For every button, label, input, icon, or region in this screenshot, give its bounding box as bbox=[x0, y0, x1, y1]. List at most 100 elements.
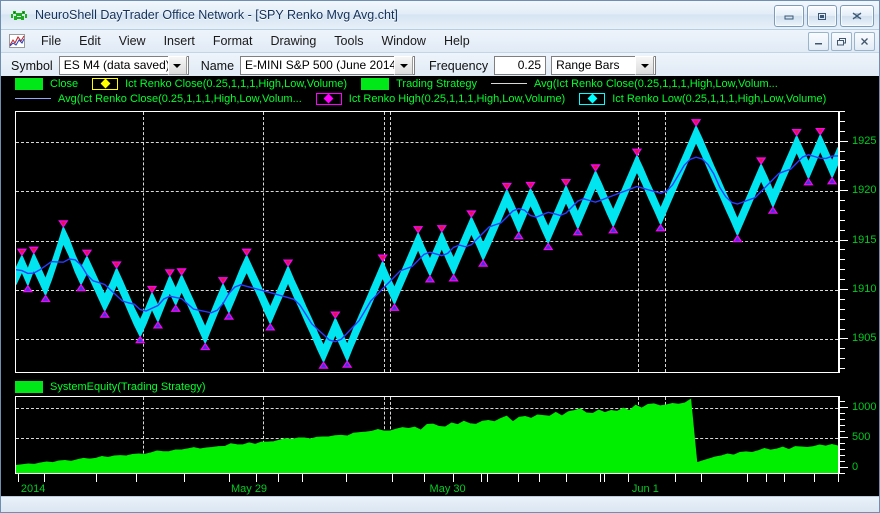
status-bar bbox=[1, 496, 879, 512]
legend-label: Ict Renko Low(0.25,1,1,1,High,Low,Volume… bbox=[612, 92, 827, 105]
mdi-window-controls bbox=[808, 32, 875, 51]
x-axis-tick bbox=[96, 474, 98, 482]
mdi-minimize-button[interactable] bbox=[808, 32, 829, 51]
menu-item-window[interactable]: Window bbox=[372, 32, 434, 50]
menu-item-tools[interactable]: Tools bbox=[325, 32, 372, 50]
symbol-value: ES M4 (data saved) bbox=[63, 58, 168, 72]
name-combobox[interactable]: E-MINI S&P 500 (June 2014) (data saved) bbox=[240, 56, 416, 75]
legend-swatch-box-icon bbox=[15, 380, 43, 393]
menu-item-drawing[interactable]: Drawing bbox=[261, 32, 325, 50]
price-series-canvas bbox=[16, 119, 838, 369]
maximize-button[interactable] bbox=[807, 5, 837, 27]
equity-axis-tick-label: 1000 bbox=[852, 400, 877, 413]
price-axis-tick-label: 1915 bbox=[852, 233, 877, 246]
x-axis-tick bbox=[301, 474, 303, 482]
application-window: NeuroShell DayTrader Office Network - [S… bbox=[0, 0, 880, 513]
legend-label: Ict Renko High(0.25,1,1,1,High,Low,Volum… bbox=[348, 92, 566, 105]
legend-label: Close bbox=[50, 77, 79, 90]
x-axis-tick bbox=[784, 474, 786, 482]
x-axis-tick bbox=[747, 474, 749, 482]
menu-bar: File Edit View Insert Format Drawing Too… bbox=[1, 30, 879, 53]
x-axis-tick bbox=[604, 474, 606, 482]
system-equity-area bbox=[16, 398, 838, 473]
legend-item-system-equity[interactable]: SystemEquity(Trading Strategy) bbox=[15, 380, 206, 393]
price-plot[interactable] bbox=[15, 111, 839, 373]
frequency-unit-combobox[interactable]: Range Bars bbox=[551, 56, 657, 75]
frequency-label: Frequency bbox=[429, 58, 489, 73]
price-y-axis: 1905 1910 1915 1920 1925 bbox=[839, 111, 879, 373]
legend-label: Ict Renko Close(0.25,1,1,1,High,Low,Volu… bbox=[125, 77, 348, 90]
neuroshell-icon bbox=[10, 7, 28, 23]
x-axis-tick bbox=[229, 474, 231, 482]
x-axis-tick-label: 2014 bbox=[20, 483, 46, 495]
symbol-label: Symbol bbox=[11, 58, 53, 73]
x-axis-tick bbox=[539, 474, 541, 482]
window-title: NeuroShell DayTrader Office Network - [S… bbox=[35, 8, 398, 22]
legend-line-icon bbox=[15, 98, 51, 99]
chevron-down-icon[interactable] bbox=[635, 56, 655, 75]
legend-item-avg-renko-close-white[interactable]: Avg(Ict Renko Close(0.25,1,1,1,High,Low,… bbox=[491, 78, 778, 90]
mdi-close-button[interactable] bbox=[854, 32, 875, 51]
x-axis-tick-label: May 30 bbox=[429, 483, 466, 495]
x-axis-tick bbox=[766, 474, 768, 482]
frequency-unit-value: Range Bars bbox=[556, 58, 620, 72]
price-axis-tick-label: 1925 bbox=[852, 134, 877, 147]
equity-axis-tick-label: 0 bbox=[852, 460, 859, 473]
legend-label: SystemEquity(Trading Strategy) bbox=[50, 380, 206, 393]
chevron-down-icon[interactable] bbox=[167, 56, 187, 75]
legend-diamond-icon bbox=[579, 92, 606, 105]
price-axis-tick-label: 1910 bbox=[852, 282, 877, 295]
x-axis-tick bbox=[392, 474, 394, 482]
legend-diamond-icon bbox=[92, 77, 119, 90]
x-axis-tick bbox=[838, 474, 840, 482]
menu-item-view[interactable]: View bbox=[110, 32, 155, 50]
x-axis-tick bbox=[18, 474, 20, 482]
menu-item-insert[interactable]: Insert bbox=[155, 32, 204, 50]
chart-legend-row-2: Avg(Ict Renko Close(0.25,1,1,1,High,Low,… bbox=[1, 91, 879, 106]
x-axis-tick bbox=[452, 474, 454, 482]
equity-y-axis: 0 500 1000 bbox=[839, 396, 879, 474]
menu-item-format[interactable]: Format bbox=[204, 32, 262, 50]
mdi-restore-button[interactable] bbox=[831, 32, 852, 51]
x-axis-tick-label: May 29 bbox=[230, 483, 268, 495]
legend-diamond-icon bbox=[315, 92, 342, 105]
x-axis-tick bbox=[135, 474, 137, 482]
minimize-button[interactable] bbox=[774, 5, 804, 27]
x-axis-tick bbox=[627, 474, 629, 482]
legend-item-close[interactable]: Close bbox=[15, 77, 79, 90]
x-axis-tick bbox=[345, 474, 347, 482]
symbol-combobox[interactable]: ES M4 (data saved) bbox=[58, 56, 189, 75]
equity-legend: SystemEquity(Trading Strategy) bbox=[15, 379, 219, 394]
chart-legend-row-1: Close Ict Renko Close(0.25,1,1,1,High,Lo… bbox=[1, 76, 879, 91]
x-axis-tick bbox=[674, 474, 676, 482]
chart-area: Close Ict Renko Close(0.25,1,1,1,High,Lo… bbox=[1, 76, 879, 512]
legend-label: Trading Strategy bbox=[396, 77, 478, 90]
menu-item-edit[interactable]: Edit bbox=[70, 32, 110, 50]
legend-swatch-box-icon bbox=[361, 77, 390, 90]
legend-item-trading-strategy[interactable]: Trading Strategy bbox=[361, 77, 478, 90]
chevron-down-icon[interactable] bbox=[394, 56, 414, 75]
menu-item-file[interactable]: File bbox=[32, 32, 70, 50]
equity-series-canvas bbox=[16, 398, 838, 473]
menu-item-help[interactable]: Help bbox=[435, 32, 479, 50]
equity-plot[interactable] bbox=[15, 396, 839, 474]
x-axis-tick bbox=[278, 474, 280, 482]
x-axis-tick bbox=[44, 474, 46, 482]
legend-swatch-box-icon bbox=[15, 77, 43, 90]
name-label: Name bbox=[200, 58, 235, 73]
x-axis-tick bbox=[424, 474, 426, 482]
legend-item-renko-low[interactable]: Ict Renko Low(0.25,1,1,1,High,Low,Volume… bbox=[579, 92, 827, 105]
legend-item-avg-renko-close-blue[interactable]: Avg(Ict Renko Close(0.25,1,1,1,High,Low,… bbox=[15, 93, 302, 105]
close-button[interactable] bbox=[840, 5, 874, 27]
equity-axis-tick-label: 500 bbox=[852, 430, 871, 443]
legend-item-renko-high[interactable]: Ict Renko High(0.25,1,1,1,High,Low,Volum… bbox=[315, 92, 566, 105]
legend-item-renko-close[interactable]: Ict Renko Close(0.25,1,1,1,High,Low,Volu… bbox=[92, 77, 348, 90]
frequency-input[interactable]: 0.25 bbox=[494, 56, 547, 75]
chart-doc-icon bbox=[9, 34, 25, 48]
x-axis-tick-label: Jun 1 bbox=[631, 483, 659, 495]
legend-label: Avg(Ict Renko Close(0.25,1,1,1,High,Low,… bbox=[58, 92, 302, 105]
x-axis-tick bbox=[487, 474, 489, 482]
x-axis-tick bbox=[256, 474, 258, 482]
x-axis-tick bbox=[481, 474, 483, 482]
x-axis-tick bbox=[700, 474, 702, 482]
